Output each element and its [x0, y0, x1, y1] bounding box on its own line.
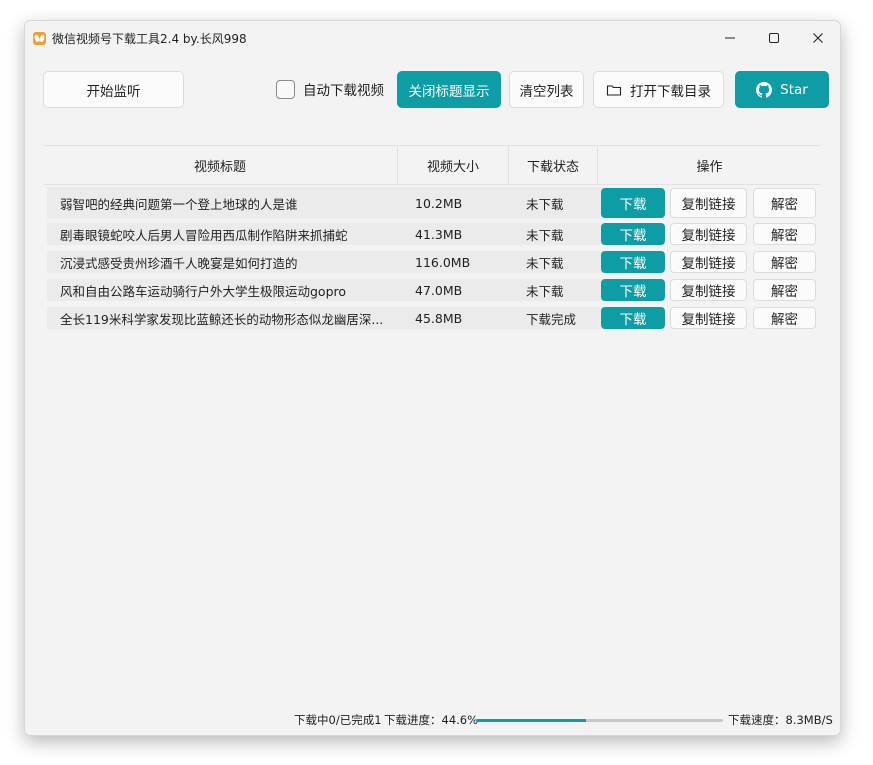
- download-counts: 下载中0/已完成1: [294, 713, 382, 727]
- progress-bar: [476, 719, 723, 722]
- download-status: 下载完成: [526, 311, 577, 327]
- window-controls: [708, 21, 840, 55]
- copy-link-button[interactable]: 复制链接: [670, 223, 747, 245]
- decrypt-button[interactable]: 解密: [753, 279, 816, 301]
- minimize-icon: [725, 37, 735, 39]
- window-title: 微信视频号下载工具2.4 by.长风998: [52, 31, 247, 46]
- toggle-title-button[interactable]: 关闭标题显示: [397, 71, 501, 108]
- table-row: 全长119米科学家发现比蓝鲸还长的动物形态似龙幽居深... 45.8MB 下载完…: [43, 307, 821, 329]
- decrypt-button[interactable]: 解密: [753, 251, 816, 273]
- copy-link-button[interactable]: 复制链接: [670, 188, 747, 218]
- video-title: 弱智吧的经典问题第一个登上地球的人是谁: [60, 196, 298, 212]
- download-button[interactable]: 下载: [601, 307, 665, 329]
- table-row: 沉浸式感受贵州珍酒千人晚宴是如何打造的 116.0MB 未下载 下载 复制链接 …: [43, 251, 821, 273]
- download-button[interactable]: 下载: [601, 188, 665, 218]
- app-logo-icon: [33, 31, 46, 45]
- auto-download-label: 自动下载视频: [303, 83, 384, 99]
- header-actions: 操作: [597, 146, 821, 184]
- maximize-button[interactable]: [752, 21, 796, 55]
- copy-link-button[interactable]: 复制链接: [670, 279, 747, 301]
- video-title: 全长119米科学家发现比蓝鲸还长的动物形态似龙幽居深...: [60, 311, 384, 327]
- header-status: 下载状态: [508, 146, 597, 184]
- video-title: 风和自由公路车运动骑行户外大学生极限运动gopro: [60, 283, 347, 299]
- open-download-dir-label: 打开下载目录: [630, 83, 711, 100]
- decrypt-button[interactable]: 解密: [753, 307, 816, 329]
- title-bar: 微信视频号下载工具2.4 by.长风998: [25, 21, 840, 55]
- table-row: 剧毒眼镜蛇咬人后男人冒险用西瓜制作陷阱来抓捕蛇 41.3MB 未下载 下载 复制…: [43, 223, 821, 245]
- download-button[interactable]: 下载: [601, 279, 665, 301]
- clear-list-label: 清空列表: [519, 83, 574, 100]
- maximize-icon: [769, 33, 779, 43]
- video-size: 41.3MB: [415, 226, 463, 242]
- star-button[interactable]: Star: [735, 71, 829, 108]
- folder-icon: [606, 84, 622, 96]
- download-button[interactable]: 下载: [601, 251, 665, 273]
- video-size: 116.0MB: [415, 254, 471, 270]
- decrypt-button[interactable]: 解密: [753, 223, 816, 245]
- video-title: 沉浸式感受贵州珍酒千人晚宴是如何打造的: [60, 255, 298, 271]
- clear-list-button[interactable]: 清空列表: [509, 71, 584, 108]
- decrypt-button[interactable]: 解密: [753, 188, 816, 218]
- download-status: 未下载: [526, 255, 564, 271]
- download-status: 未下载: [526, 196, 564, 212]
- progress-fill: [476, 719, 587, 722]
- download-button[interactable]: 下载: [601, 223, 665, 245]
- start-monitor-button[interactable]: 开始监听: [43, 71, 184, 108]
- copy-link-button[interactable]: 复制链接: [670, 307, 747, 329]
- close-button[interactable]: [796, 21, 840, 55]
- close-icon: [813, 33, 823, 43]
- download-status: 未下载: [526, 227, 564, 243]
- video-table: 视频标题 视频大小 下载状态 操作 弱智吧的经典问题第一个登上地球的人是谁 10…: [43, 145, 821, 329]
- checkbox-box[interactable]: [276, 79, 295, 99]
- star-label: Star: [780, 81, 808, 98]
- table-row: 风和自由公路车运动骑行户外大学生极限运动gopro 47.0MB 未下载 下载 …: [43, 279, 821, 301]
- video-size: 10.2MB: [415, 195, 463, 211]
- github-icon: [756, 81, 773, 98]
- video-title: 剧毒眼镜蛇咬人后男人冒险用西瓜制作陷阱来抓捕蛇: [60, 227, 348, 243]
- copy-link-button[interactable]: 复制链接: [670, 251, 747, 273]
- auto-download-checkbox[interactable]: 自动下载视频: [276, 79, 384, 99]
- download-status: 未下载: [526, 283, 564, 299]
- download-speed: 下载速度：8.3MB/S: [728, 713, 833, 727]
- table-row: 弱智吧的经典问题第一个登上地球的人是谁 10.2MB 未下载 下载 复制链接 解…: [43, 187, 821, 219]
- progress-label: 下载进度：44.6%: [384, 713, 479, 727]
- status-bar: 下载中0/已完成1 下载进度：44.6% 下载速度：8.3MB/S: [25, 709, 840, 731]
- table-header: 视频标题 视频大小 下载状态 操作: [43, 145, 821, 185]
- toggle-title-label: 关闭标题显示: [408, 83, 490, 100]
- app-window: 微信视频号下载工具2.4 by.长风998 开始监听 自动下载视频 关闭标题显示…: [24, 20, 841, 736]
- video-size: 45.8MB: [415, 310, 463, 326]
- header-size: 视频大小: [397, 146, 508, 184]
- start-monitor-label: 开始监听: [86, 83, 141, 100]
- header-title: 视频标题: [193, 159, 246, 175]
- open-download-dir-button[interactable]: 打开下载目录: [593, 71, 724, 108]
- video-size: 47.0MB: [415, 282, 463, 298]
- minimize-button[interactable]: [708, 21, 752, 55]
